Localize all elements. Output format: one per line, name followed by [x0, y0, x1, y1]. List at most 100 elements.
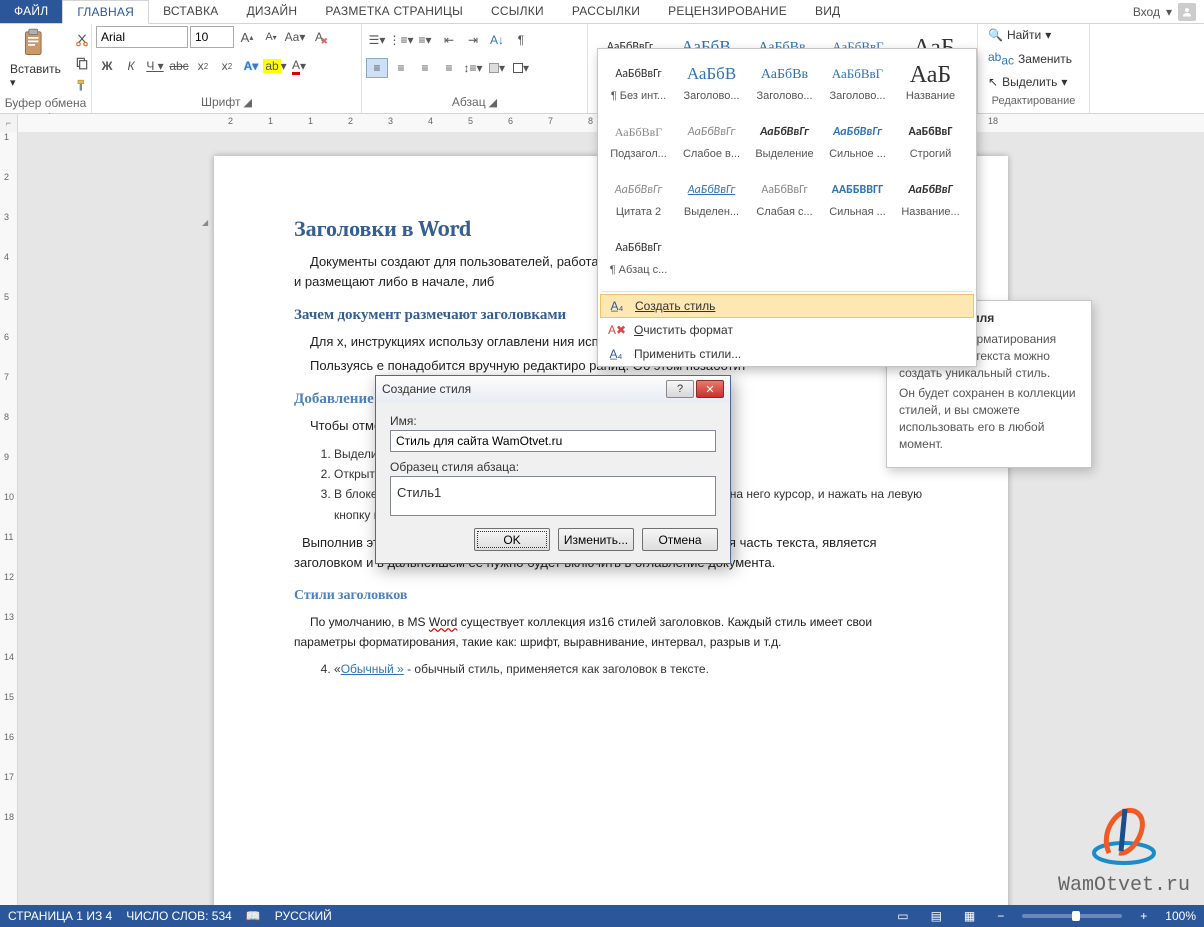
close-button[interactable]: ✕	[696, 380, 724, 398]
font-name-select[interactable]	[96, 26, 188, 48]
help-button[interactable]: ?	[666, 380, 694, 398]
style-name-input[interactable]	[390, 430, 716, 452]
style-gallery-item[interactable]: АаБНазвание	[894, 53, 967, 111]
tab-mailings[interactable]: РАССЫЛКИ	[558, 0, 654, 23]
find-button[interactable]: 🔍 Найти▾	[982, 26, 1057, 44]
style-gallery-item[interactable]: ААББВВГГСильная ...	[821, 169, 894, 227]
style-gallery-item[interactable]: АаБбВвГгСильное ...	[821, 111, 894, 169]
style-gallery-item[interactable]: АаБбВвЗаголово...	[748, 53, 821, 111]
align-center-button[interactable]: ≡	[390, 58, 412, 78]
justify-button[interactable]: ≡	[438, 58, 460, 78]
bold-button[interactable]: Ж	[96, 56, 118, 76]
font-color-button[interactable]: A▾	[288, 56, 310, 76]
underline-button[interactable]: Ч ▾	[144, 56, 166, 76]
status-page[interactable]: СТРАНИЦА 1 ИЗ 4	[8, 909, 112, 923]
style-sample-preview: Стиль1	[390, 476, 716, 516]
sign-in[interactable]: Вход ▾	[1125, 0, 1204, 23]
increase-indent-button[interactable]: ⇥	[462, 30, 484, 50]
read-mode-button[interactable]: ▭	[893, 909, 912, 923]
zoom-out-button[interactable]: −	[993, 909, 1008, 923]
spellcheck-icon[interactable]: 📖	[246, 909, 261, 923]
cut-button[interactable]	[71, 30, 93, 50]
tab-references[interactable]: ССЫЛКИ	[477, 0, 558, 23]
clear-format-menuitem[interactable]: A✖ Очистить формат	[598, 318, 976, 342]
style-gallery-item[interactable]: АаБбВвГгВыделен...	[675, 169, 748, 227]
copy-button[interactable]	[71, 53, 93, 73]
bullets-button[interactable]: ☰▾	[366, 30, 388, 50]
shading-button[interactable]: ▾	[486, 58, 508, 78]
print-layout-button[interactable]: ▤	[927, 909, 946, 923]
decrease-indent-button[interactable]: ⇤	[438, 30, 460, 50]
outline-marker-icon: ◢	[202, 218, 208, 227]
paste-button[interactable]: Вставить ▾	[4, 26, 67, 91]
style-gallery-item[interactable]: АаБбВвГг¶ Без инт...	[602, 53, 675, 111]
web-layout-button[interactable]: ▦	[960, 909, 979, 923]
zoom-slider[interactable]	[1022, 914, 1122, 918]
show-marks-button[interactable]: ¶	[510, 30, 532, 50]
select-button[interactable]: ↖ Выделить▾	[982, 73, 1073, 91]
shrink-font-button[interactable]: A▾	[260, 27, 282, 47]
doc-paragraph[interactable]: По умолчанию, в MS Word существует колле…	[294, 612, 928, 651]
grow-font-button[interactable]: A▴	[236, 27, 258, 47]
style-gallery-item[interactable]: АаБбВвГгСлабое в...	[675, 111, 748, 169]
ok-button[interactable]: OK	[474, 528, 550, 551]
font-size-select[interactable]	[190, 26, 234, 48]
align-right-button[interactable]: ≡	[414, 58, 436, 78]
style-gallery-item[interactable]: АаБбВЗаголово...	[675, 53, 748, 111]
tab-view[interactable]: ВИД	[801, 0, 854, 23]
style-gallery-item[interactable]: АаБбВвГСтрогий	[894, 111, 967, 169]
tab-insert[interactable]: ВСТАВКА	[149, 0, 233, 23]
style-gallery-item[interactable]: АаБбВвГНазвание...	[894, 169, 967, 227]
clear-formatting-button[interactable]: A✖	[308, 27, 330, 47]
tab-file[interactable]: ФАЙЛ	[0, 0, 62, 23]
numbering-button[interactable]: ⋮≡▾	[390, 30, 412, 50]
create-style-menuitem[interactable]: A̲₄ Создать стиль	[600, 294, 974, 318]
style-gallery-item[interactable]: АаБбВвГгСлабая с...	[748, 169, 821, 227]
style-gallery-item[interactable]: АаБбВвГгЦитата 2	[602, 169, 675, 227]
zoom-level[interactable]: 100%	[1165, 909, 1196, 923]
ruler-vertical[interactable]: 123456789101112131415161718	[0, 132, 18, 905]
tab-home[interactable]: ГЛАВНАЯ	[62, 0, 149, 24]
select-label: Выделить	[1002, 75, 1057, 89]
replace-button[interactable]: abac Заменить	[982, 48, 1078, 69]
align-left-button[interactable]: ≡	[366, 58, 388, 78]
sort-button[interactable]: A↓	[486, 30, 508, 50]
style-gallery-item[interactable]: АаБбВвГПодзагол...	[602, 111, 675, 169]
ruler-tick: 8	[0, 412, 17, 452]
ruler-tick: 1	[0, 132, 17, 172]
paste-label: Вставить ▾	[10, 62, 61, 89]
superscript-button[interactable]: x2	[216, 56, 238, 76]
dialog-titlebar[interactable]: Создание стиля ? ✕	[376, 376, 730, 402]
tab-design[interactable]: ДИЗАЙН	[233, 0, 312, 23]
italic-button[interactable]: К	[120, 56, 142, 76]
status-language[interactable]: РУССКИЙ	[275, 909, 332, 923]
change-case-button[interactable]: Aa▾	[284, 27, 306, 47]
tab-page-layout[interactable]: РАЗМЕТКА СТРАНИЦЫ	[311, 0, 477, 23]
strikethrough-button[interactable]: abc	[168, 56, 190, 76]
subscript-button[interactable]: x2	[192, 56, 214, 76]
line-spacing-button[interactable]: ↕≡▾	[462, 58, 484, 78]
status-words[interactable]: ЧИСЛО СЛОВ: 534	[126, 909, 232, 923]
cancel-button[interactable]: Отмена	[642, 528, 718, 551]
ruler-tick: 8	[588, 116, 593, 126]
modify-button[interactable]: Изменить...	[558, 528, 634, 551]
list-item[interactable]: «Обычный » - обычный стиль, применяется …	[334, 659, 928, 679]
style-gallery-item[interactable]: АаБбВвГг¶ Абзац с...	[602, 227, 675, 285]
group-paragraph: ☰▾ ⋮≡▾ ≡▾ ⇤ ⇥ A↓ ¶ ≡ ≡ ≡ ≡ ↕≡▾ ▾ ▾ Абзац…	[362, 24, 588, 113]
tab-review[interactable]: РЕЦЕНЗИРОВАНИЕ	[654, 0, 801, 23]
ruler-corner: ⌐	[0, 114, 18, 132]
style-gallery-item[interactable]: АаБбВвГгВыделение	[748, 111, 821, 169]
ribbon: Вставить ▾ Буфер обмена ◢ A▴	[0, 24, 1204, 114]
replace-label: Заменить	[1018, 52, 1072, 66]
doc-ordered-list[interactable]: «Обычный » - обычный стиль, применяется …	[334, 659, 928, 679]
style-gallery-item[interactable]: АаБбВвГЗаголово...	[821, 53, 894, 111]
highlight-button[interactable]: ab▾	[264, 56, 286, 76]
text-effects-button[interactable]: A▾	[240, 56, 262, 76]
multilevel-list-button[interactable]: ≡▾	[414, 30, 436, 50]
format-painter-button[interactable]	[71, 76, 93, 96]
zoom-in-button[interactable]: +	[1136, 909, 1151, 923]
doc-heading-3[interactable]: Стили заголовков	[294, 586, 928, 604]
apply-styles-menuitem[interactable]: A̲₄ Применить стили...	[598, 342, 976, 366]
cursor-icon: ↖	[988, 75, 998, 89]
borders-button[interactable]: ▾	[510, 58, 532, 78]
